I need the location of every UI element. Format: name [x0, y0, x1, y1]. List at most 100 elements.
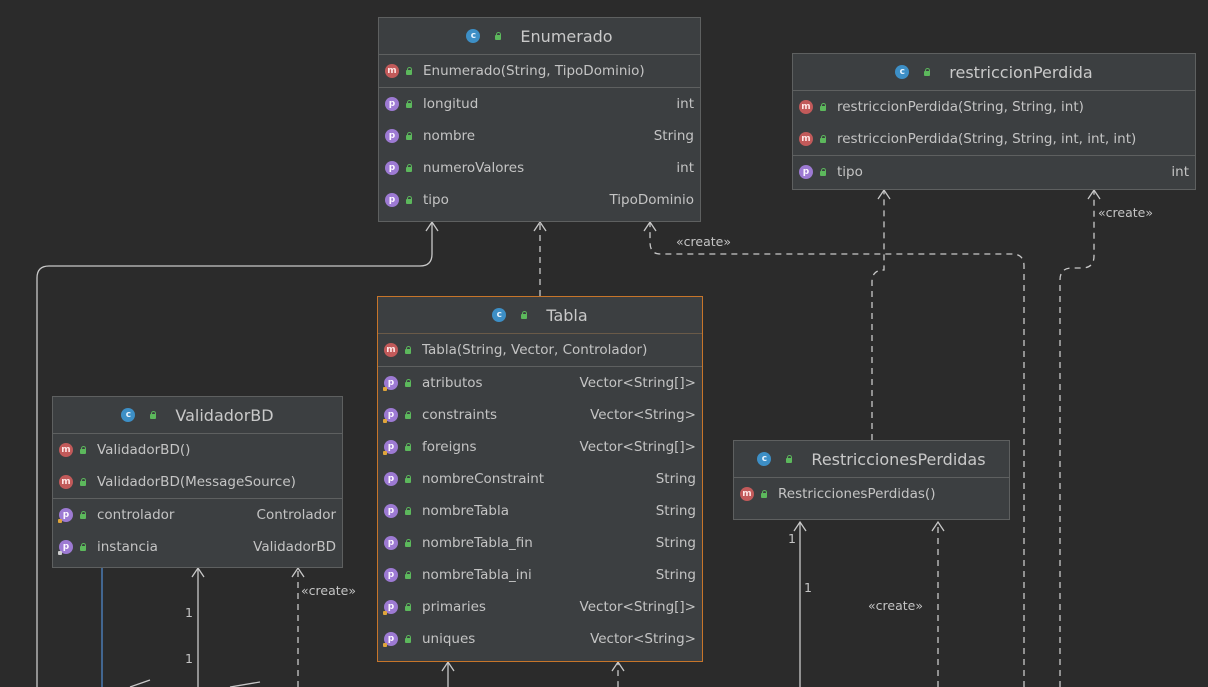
property-row[interactable]: p controlador Controlador: [53, 499, 342, 531]
public-icon: [404, 571, 412, 579]
class-node-enumerado[interactable]: c Enumerado m Enumerado(String, TipoDomi…: [378, 17, 701, 222]
constructor-label: ValidadorBD(): [97, 442, 191, 458]
class-icon: c: [492, 308, 507, 322]
property-type: Controlador: [256, 507, 336, 523]
property-icon: p: [385, 129, 399, 143]
property-type: String: [655, 535, 696, 551]
method-icon: m: [384, 343, 398, 357]
property-name: tipo: [837, 164, 863, 180]
public-icon: [405, 132, 413, 140]
constructors-section: m Tabla(String, Vector, Controlador): [378, 334, 702, 367]
arrowhead-restriccion-left: [877, 188, 891, 200]
public-icon: [79, 478, 87, 486]
property-type: int: [676, 160, 694, 176]
class-title: restriccionPerdida: [949, 62, 1093, 82]
class-node-tabla[interactable]: c Tabla m Tabla(String, Vector, Controla…: [377, 296, 703, 662]
property-row[interactable]: p tipo int: [793, 156, 1195, 188]
property-row[interactable]: p nombreConstraint String: [378, 463, 702, 495]
class-header: c RestriccionesPerdidas: [734, 441, 1009, 478]
edge-bottom-stray: [129, 679, 261, 687]
property-type: ValidadorBD: [253, 539, 336, 555]
property-row[interactable]: p numeroValores int: [379, 152, 700, 184]
constructor-row[interactable]: m RestriccionesPerdidas(): [734, 478, 1009, 510]
public-icon: [520, 311, 528, 319]
property-type: String: [653, 128, 694, 144]
multiplicity-label: 1: [788, 531, 796, 546]
public-icon: [404, 635, 412, 643]
property-row[interactable]: p foreigns Vector<String[]>: [378, 431, 702, 463]
property-type: int: [1171, 164, 1189, 180]
public-icon: [404, 603, 412, 611]
method-icon: m: [740, 487, 754, 501]
arrowhead-restriccion-right: [1087, 188, 1101, 200]
public-icon: [785, 455, 793, 463]
class-node-validador-bd[interactable]: c ValidadorBD m ValidadorBD() m Validado…: [52, 396, 343, 568]
property-icon: p: [384, 472, 398, 486]
property-type: TipoDominio: [609, 192, 694, 208]
edge-label-create-restricciones: «create»: [868, 598, 923, 613]
class-header: c restriccionPerdida: [793, 54, 1195, 91]
property-name: nombreConstraint: [422, 471, 545, 487]
property-name: foreigns: [422, 439, 477, 455]
public-icon: [79, 446, 87, 454]
constructors-section: m RestriccionesPerdidas(): [734, 478, 1009, 510]
property-row[interactable]: p nombre String: [379, 120, 700, 152]
property-row[interactable]: p nombreTabla_fin String: [378, 527, 702, 559]
property-row[interactable]: p instancia ValidadorBD: [53, 531, 342, 563]
property-row[interactable]: p nombreTabla_ini String: [378, 559, 702, 591]
property-icon: p: [383, 408, 398, 423]
arrowhead-restricciones-left: [793, 520, 807, 532]
property-name: atributos: [422, 375, 483, 391]
arrowhead-enumerado-left: [425, 220, 439, 232]
property-type: Vector<String[]>: [579, 599, 696, 615]
constructor-label: restriccionPerdida(String, String, int): [837, 99, 1084, 115]
property-icon: p: [383, 440, 398, 455]
method-icon: m: [59, 475, 73, 489]
constructor-row[interactable]: m Tabla(String, Vector, Controlador): [378, 334, 702, 366]
public-icon: [149, 411, 157, 419]
constructor-row[interactable]: m ValidadorBD(): [53, 434, 342, 466]
public-icon: [923, 68, 931, 76]
properties-section: p tipo int: [793, 156, 1195, 188]
property-row[interactable]: p constraints Vector<String>: [378, 399, 702, 431]
public-icon: [404, 411, 412, 419]
public-icon: [819, 135, 827, 143]
public-icon: [760, 490, 768, 498]
multiplicity-label: 1: [185, 605, 193, 620]
constructor-row[interactable]: m restriccionPerdida(String, String, int…: [793, 123, 1195, 155]
edge-label-create-validador: «create»: [301, 583, 356, 598]
property-type: Vector<String>: [590, 631, 696, 647]
arrowhead-validador-right: [291, 566, 305, 578]
public-icon: [819, 103, 827, 111]
property-row[interactable]: p atributos Vector<String[]>: [378, 367, 702, 399]
public-icon: [404, 443, 412, 451]
property-row[interactable]: p nombreTabla String: [378, 495, 702, 527]
public-icon: [405, 164, 413, 172]
class-title: RestriccionesPerdidas: [811, 449, 986, 469]
arrowhead-tabla-left: [441, 660, 455, 672]
property-row[interactable]: p longitud int: [379, 88, 700, 120]
property-row[interactable]: p tipo TipoDominio: [379, 184, 700, 216]
class-header: c Tabla: [378, 297, 702, 334]
edge-create-restriccion: [1059, 190, 1095, 687]
property-row[interactable]: p uniques Vector<String>: [378, 623, 702, 655]
public-icon: [79, 511, 87, 519]
property-row[interactable]: p primaries Vector<String[]>: [378, 591, 702, 623]
property-name: nombreTabla: [422, 503, 509, 519]
property-type: Vector<String[]>: [579, 439, 696, 455]
property-icon: p: [385, 161, 399, 175]
property-icon: p: [385, 193, 399, 207]
method-icon: m: [799, 100, 813, 114]
property-icon: p: [58, 508, 73, 523]
constructor-row[interactable]: m Enumerado(String, TipoDominio): [379, 55, 700, 87]
public-icon: [404, 346, 412, 354]
method-icon: m: [59, 443, 73, 457]
class-icon: c: [466, 29, 481, 43]
constructor-row[interactable]: m ValidadorBD(MessageSource): [53, 466, 342, 498]
constructors-section: m ValidadorBD() m ValidadorBD(MessageSou…: [53, 434, 342, 499]
constructors-section: m Enumerado(String, TipoDominio): [379, 55, 700, 88]
class-node-restriccion-perdida[interactable]: c restriccionPerdida m restriccionPerdid…: [792, 53, 1196, 190]
properties-section: p controlador Controlador p instancia Va…: [53, 499, 342, 563]
class-node-restricciones-perdidas[interactable]: c RestriccionesPerdidas m RestriccionesP…: [733, 440, 1010, 520]
constructor-row[interactable]: m restriccionPerdida(String, String, int…: [793, 91, 1195, 123]
